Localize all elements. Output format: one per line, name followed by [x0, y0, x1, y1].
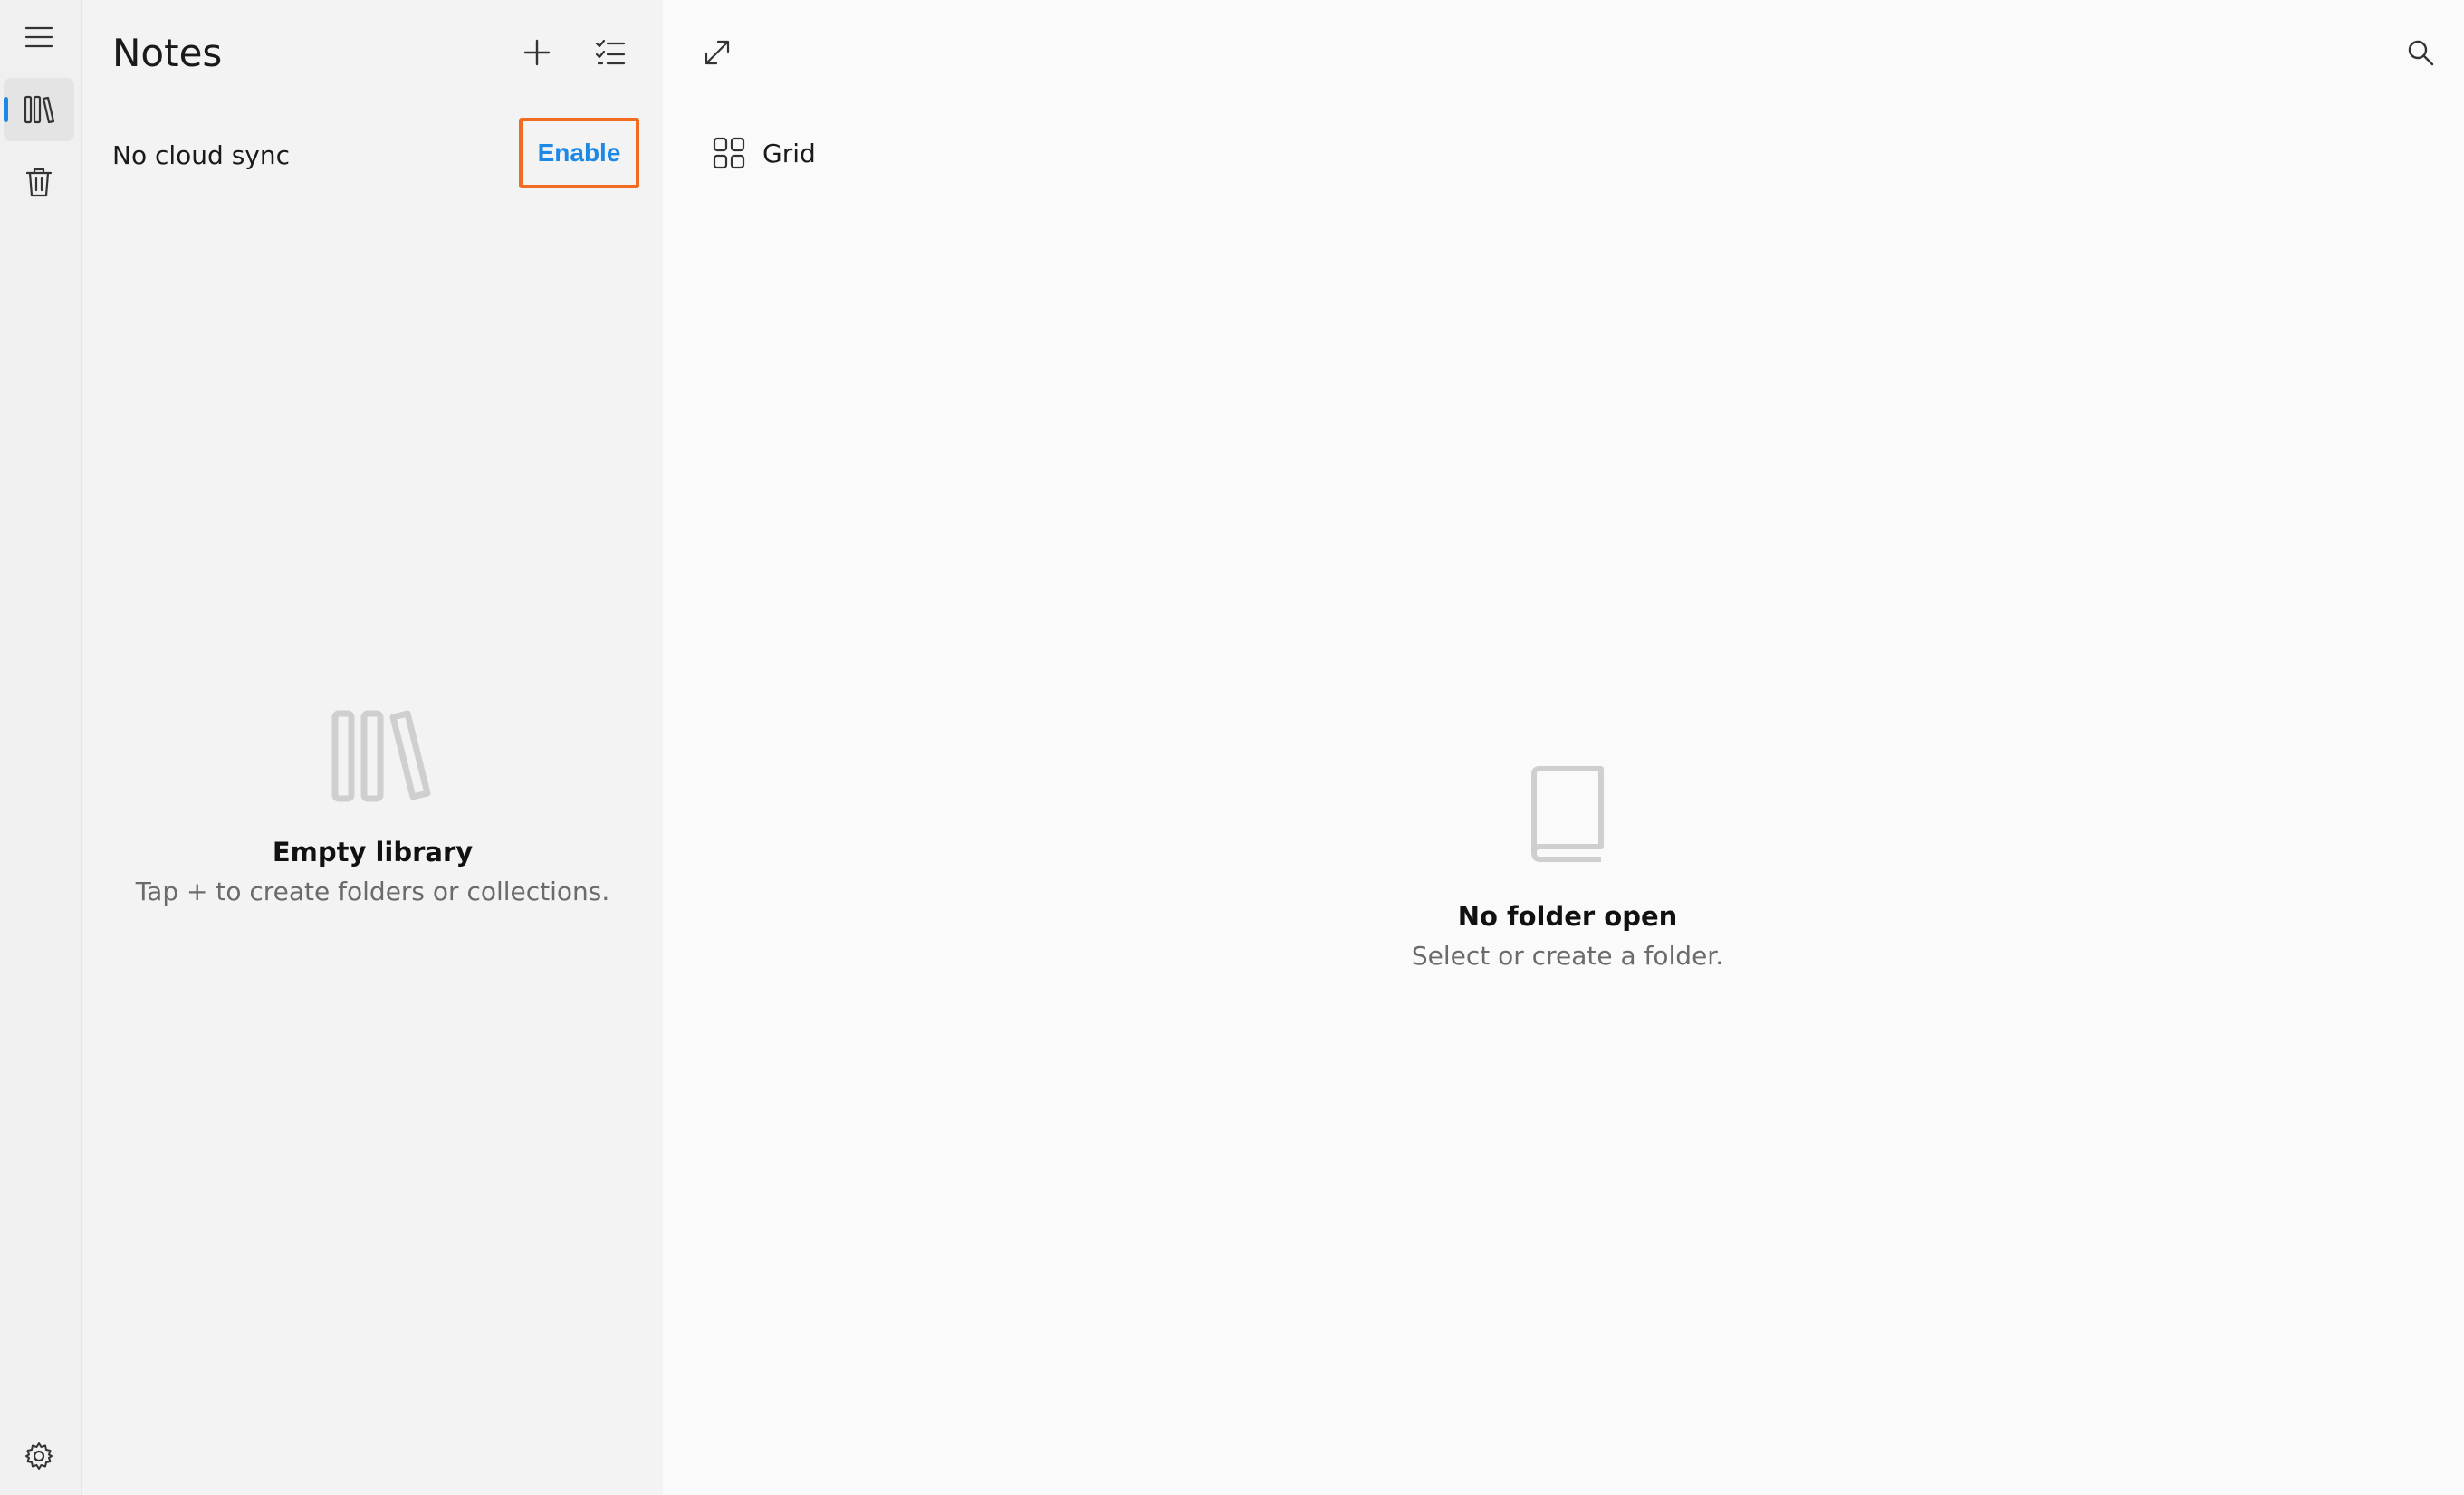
page-title: Notes [112, 31, 223, 75]
menu-button[interactable] [4, 5, 74, 69]
notes-app: Notes No cloud sync Enable Empty library… [0, 0, 2464, 1495]
books-icon [24, 95, 55, 124]
grid-icon [713, 137, 745, 169]
sync-status-text: No cloud sync [112, 140, 290, 170]
checklist-icon [595, 39, 626, 65]
expand-button[interactable] [692, 27, 743, 78]
add-button[interactable] [512, 27, 562, 78]
empty-folder-subtitle: Select or create a folder. [1411, 941, 1724, 971]
books-icon [331, 710, 430, 802]
library-panel: Notes No cloud sync Enable Empty library… [82, 0, 663, 1495]
empty-library-state: Empty library Tap + to create folders or… [82, 706, 663, 906]
plus-icon [523, 39, 551, 66]
active-indicator [4, 97, 8, 122]
nav-rail [0, 0, 82, 1495]
search-icon [2408, 40, 2434, 66]
book-icon [1531, 766, 1604, 862]
nav-trash-button[interactable] [4, 150, 74, 214]
search-button[interactable] [2395, 27, 2446, 78]
gear-icon [25, 1442, 53, 1470]
main-content: Grid No folder open Select or create a f… [663, 0, 2464, 1495]
nav-library-button[interactable] [4, 78, 74, 141]
settings-button[interactable] [4, 1424, 74, 1488]
expand-icon [705, 40, 730, 65]
view-mode-toggle[interactable]: Grid [712, 136, 816, 170]
empty-folder-title: No folder open [1457, 901, 1678, 932]
empty-folder-state: No folder open Select or create a folder… [663, 765, 2464, 971]
trash-icon [25, 168, 53, 197]
empty-library-title: Empty library [272, 837, 474, 867]
select-button[interactable] [585, 27, 636, 78]
empty-library-subtitle: Tap + to create folders or collections. [135, 877, 610, 906]
hamburger-menu-icon [24, 26, 53, 48]
enable-sync-button[interactable]: Enable [519, 118, 639, 188]
view-mode-label: Grid [762, 138, 816, 168]
